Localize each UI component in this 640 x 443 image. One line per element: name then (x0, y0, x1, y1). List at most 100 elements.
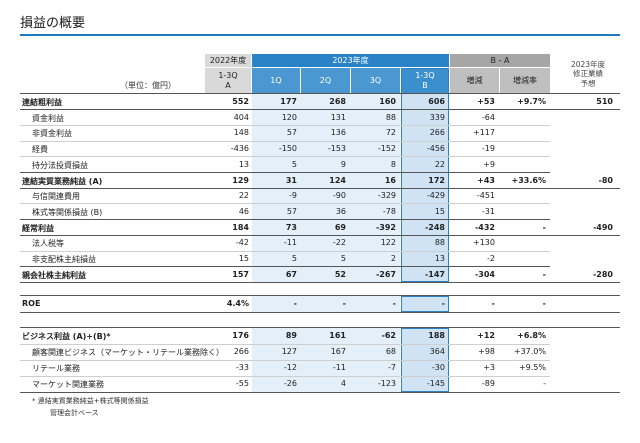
unit-label: （単位：億円） (120, 81, 176, 90)
row-label: 法人税等 (32, 239, 64, 249)
cell-q2: 36 (335, 206, 346, 216)
table-row: 経費 -436 -150 -153 -152 -456 -19 (20, 141, 620, 157)
cell-a: -42 (235, 238, 249, 248)
cell-q2: 268 (329, 97, 346, 106)
cell-a: 13 (238, 159, 249, 169)
cell-b: 339 (429, 112, 445, 122)
cell-q2: 5 (340, 254, 346, 263)
cell-q3: - (392, 299, 396, 308)
cell-q1: 73 (285, 222, 297, 232)
cell-q1: 127 (281, 347, 297, 356)
cell-q1: 31 (285, 175, 297, 185)
header-1q: 1Q (252, 68, 300, 93)
cell-q2: - (342, 299, 346, 308)
cell-diff: -304 (474, 269, 495, 279)
cell-a: 22 (238, 191, 249, 201)
cell-a: -55 (235, 379, 249, 388)
cell-q1: 57 (286, 206, 297, 216)
cell-b: -30 (431, 363, 445, 372)
cell-q1: 5 (291, 159, 297, 169)
row-label: 非支配株主純損益 (32, 255, 96, 264)
table-row: 持分法投資損益 13 5 9 8 22 +9 (20, 157, 620, 173)
cell-q3: 68 (385, 347, 396, 356)
cell-b: 266 (429, 128, 445, 138)
cell-diff: -432 (474, 222, 495, 232)
cell-q1: -26 (283, 379, 297, 388)
table-row: リテール業務 -33 -12 -11 -7 -30 +3 +9.5% (20, 360, 620, 376)
header-diff: 増減 (450, 68, 499, 93)
table-row: ビジネス利益 (A)+(B)* 176 89 161 -62 188 +12 +6.8% (20, 328, 620, 344)
cell-q3: -123 (377, 379, 396, 388)
cell-a: 4.4% (226, 299, 249, 308)
row-label: 経費 (32, 145, 48, 155)
cell-q3: -152 (377, 144, 396, 154)
cell-a: 266 (233, 347, 249, 356)
cell-diff: -451 (476, 191, 495, 201)
header-2022: 2022年度 (205, 54, 251, 67)
cell-q2: 52 (334, 269, 346, 279)
header-forecast: 2023年度 修正業績 予想 (560, 56, 616, 92)
cell-fc: -280 (592, 269, 613, 279)
cell-diff: +43 (477, 175, 495, 185)
header-2023: 2023年度 (252, 54, 449, 67)
cell-q1: -12 (283, 363, 297, 372)
page-title: 損益の概要 (20, 16, 86, 31)
cell-rate: +37.0% (513, 347, 546, 356)
cell-q2: 161 (329, 331, 346, 340)
row-label: マーケット関連業務 (32, 380, 104, 389)
cell-diff: - (491, 299, 495, 308)
cell-q2: 69 (334, 222, 346, 232)
cell-a: 148 (233, 128, 249, 138)
cell-diff: -2 (487, 254, 495, 263)
cell-q1: 177 (280, 97, 297, 106)
cell-a: 184 (232, 222, 249, 232)
header-ba: B - A (450, 54, 550, 67)
row-label: 連結粗利益 (22, 98, 62, 107)
table-row: 親会社株主純利益 157 67 52 -267 -147 -304 - -280 (20, 267, 620, 283)
table-row: 資金利益 404 120 131 88 339 -64 (20, 110, 620, 126)
cell-diff: -31 (481, 206, 495, 216)
row-label: ROE (22, 299, 41, 308)
cell-q2: -22 (332, 238, 346, 248)
cell-q3: -267 (375, 269, 396, 279)
cell-q3: 72 (385, 128, 396, 138)
row-label: 資金利益 (32, 113, 64, 123)
cell-b: -145 (426, 379, 445, 388)
cell-diff: +98 (478, 347, 495, 356)
header-2q: 2Q (301, 68, 350, 93)
cell-rate: - (542, 222, 546, 232)
cell-b: -147 (424, 269, 445, 279)
cell-rate: +9.7% (517, 97, 546, 106)
table-row: 非資金利益 148 57 136 72 266 +117 (20, 125, 620, 141)
cell-q3: 122 (380, 238, 396, 248)
cell-q3: 2 (390, 254, 396, 263)
cell-q1: 57 (286, 128, 297, 138)
cell-a: -436 (230, 144, 249, 154)
cell-q3: 16 (384, 175, 396, 185)
cell-q2: 131 (330, 112, 346, 122)
cell-q2: 4 (340, 379, 346, 388)
footnote-1: * 連結実質業務純益+株式等関係損益 (32, 397, 149, 405)
cell-a: 552 (232, 97, 249, 106)
cell-q1: - (293, 299, 297, 308)
cell-q2: 136 (330, 128, 346, 138)
row-label: 顧客関連ビジネス（マーケット・リテール業務除く） (32, 348, 224, 357)
cell-q2: 9 (340, 159, 346, 169)
cell-b: -429 (426, 191, 445, 201)
row-label: 株式等関係損益 (B) (32, 207, 103, 217)
cell-q3: -392 (375, 222, 396, 232)
table-row: 法人税等 -42 -11 -22 122 88 +130 (20, 235, 620, 251)
cell-rate: +9.5% (518, 363, 546, 372)
cell-b: 88 (434, 238, 445, 248)
cell-q1: -9 (289, 191, 297, 201)
cell-q3: 8 (390, 159, 396, 169)
cell-rate: - (542, 269, 546, 279)
header-3q: 3Q (351, 68, 400, 93)
cell-q3: 160 (379, 97, 396, 106)
cell-diff: -64 (481, 112, 495, 122)
cell-q1: 120 (281, 112, 297, 122)
cell-a: -33 (235, 363, 249, 372)
table-row: 連結実質業務純益 (A) 129 31 124 16 172 +43 +33.6% -80 (20, 173, 620, 189)
cell-diff: -89 (481, 379, 495, 388)
row-label: ビジネス利益 (A)+(B)* (22, 332, 111, 341)
